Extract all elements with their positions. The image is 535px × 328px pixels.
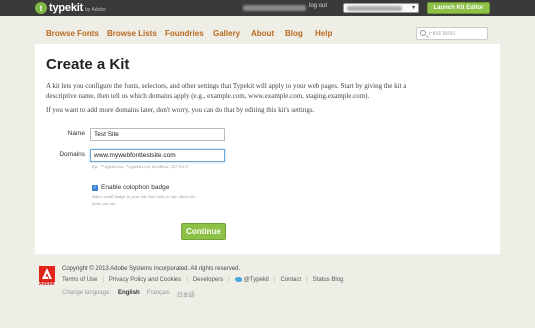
language-english[interactable]: English [118, 290, 140, 299]
intro-paragraph: A kit lets you configure the fonts, sele… [46, 82, 407, 100]
nav-about[interactable]: About [251, 29, 274, 38]
domains-hint: Eg: "*.typekit.net, *.typekit.com, local… [92, 164, 190, 169]
nav-blog[interactable]: Blog [285, 29, 303, 38]
name-input[interactable] [90, 128, 225, 141]
search-icon [420, 30, 426, 36]
domains-label: Domains [59, 151, 85, 158]
nav-browse-fonts[interactable]: Browse Fonts [46, 29, 99, 38]
name-label: Name [67, 130, 85, 137]
search-input[interactable] [429, 29, 485, 39]
kit-select-dropdown[interactable]: ▾ [343, 3, 419, 13]
footer-link-developers[interactable]: Developers [193, 277, 223, 283]
footer-link-contact[interactable]: Contact [280, 277, 301, 283]
language-japanese[interactable]: 日本語 [177, 290, 195, 299]
typekit-logo-icon: t [35, 2, 47, 14]
domains-input[interactable] [90, 149, 225, 162]
logo-text: typekit [49, 2, 84, 14]
main-nav: Browse Fonts Browse Lists Foundries Gall… [35, 24, 500, 44]
footer-divider: | [273, 277, 276, 284]
colophon-checkbox-label[interactable]: Enable colophon badge [101, 184, 169, 191]
footer-divider: | [228, 277, 230, 284]
colophon-description: Add a small badge to your site that link… [92, 194, 196, 206]
top-bar: t typekit by Adobe log out ▾ Launch Kit … [0, 0, 535, 16]
blurred-username [243, 5, 306, 11]
footer-divider: | [186, 277, 188, 284]
footer-link-terms[interactable]: Terms of Use [62, 277, 97, 283]
footer-links: Terms of Use | Privacy Policy and Cookie… [62, 277, 343, 283]
launch-kit-editor-button[interactable]: Launch Kit Editor [427, 2, 490, 14]
change-language-label: Change language: [62, 290, 112, 296]
page-title: Create a Kit [46, 56, 130, 73]
twitter-handle: @Typekit [243, 277, 269, 284]
colophon-checkbox[interactable]: ✓ [92, 185, 98, 191]
create-kit-panel: Create a Kit A kit lets you configure th… [35, 44, 500, 254]
continue-button[interactable]: Continue [181, 223, 226, 240]
nav-gallery[interactable]: Gallery [213, 29, 240, 38]
footer-divider: | [306, 277, 308, 284]
font-search[interactable] [416, 27, 488, 40]
nav-browse-lists[interactable]: Browse Lists [107, 29, 157, 38]
footer-link-status-blog[interactable]: Status Blog [313, 277, 344, 283]
twitter-bird-icon [234, 277, 242, 282]
language-french[interactable]: Français [147, 290, 170, 299]
typekit-logo[interactable]: t typekit by Adobe [35, 2, 106, 14]
nav-help[interactable]: Help [315, 29, 332, 38]
domains-note: If you want to add more domains later, d… [46, 106, 315, 114]
copyright-text: Copyright © 2013 Adobe Systems Incorpora… [62, 266, 241, 272]
logo-by-adobe: by Adobe [85, 7, 106, 13]
blurred-kit-name [347, 6, 402, 11]
language-switcher: Change language: English Français 日本語 [62, 290, 202, 299]
adobe-wordmark: Adobe [39, 281, 55, 287]
footer-divider: | [102, 277, 104, 284]
logout-link[interactable]: log out [309, 3, 327, 9]
footer-link-twitter[interactable]: @Typekit [234, 277, 269, 284]
chevron-down-icon: ▾ [411, 5, 415, 11]
nav-foundries[interactable]: Foundries [165, 29, 204, 38]
footer-link-privacy[interactable]: Privacy Policy and Cookies [109, 277, 181, 283]
